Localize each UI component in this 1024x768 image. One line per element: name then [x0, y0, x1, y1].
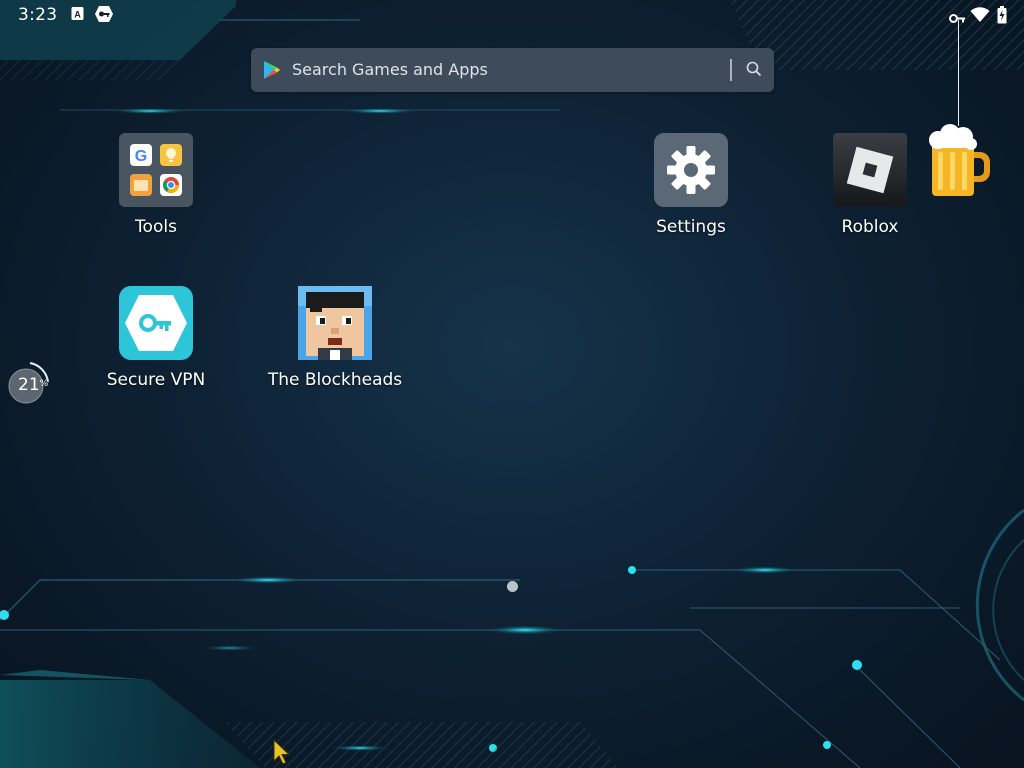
tools-folder-icon[interactable]: G: [119, 133, 193, 207]
memory-boost-widget[interactable]: 21%: [6, 362, 50, 406]
status-bar: 3:23 A: [0, 0, 1024, 32]
key-icon[interactable]: [119, 286, 193, 360]
app-label: Settings: [656, 217, 726, 237]
svg-text:A: A: [74, 10, 81, 20]
beer-widget-string: [958, 20, 959, 126]
svg-text:G: G: [135, 148, 147, 165]
search-divider: [730, 59, 732, 81]
beer-mug-icon[interactable]: [926, 124, 994, 200]
gear-icon[interactable]: [654, 133, 728, 207]
battery-charging-icon: [997, 6, 1007, 28]
status-clock: 3:23: [18, 5, 58, 25]
page-indicator-dot[interactable]: [507, 581, 518, 592]
wifi-icon: [970, 7, 990, 27]
memory-unit: %: [39, 379, 49, 389]
play-store-icon: [263, 60, 281, 84]
memory-percent: 21%: [18, 375, 48, 395]
blockhead-face-icon[interactable]: [298, 286, 372, 360]
memory-value: 21: [18, 375, 40, 395]
keyboard-a-icon: A: [71, 6, 84, 25]
app-label: Secure VPN: [106, 370, 206, 390]
mouse-cursor-icon: [273, 738, 291, 768]
search-icon[interactable]: [746, 61, 762, 81]
app-label: The Blockheads: [267, 370, 403, 390]
search-input[interactable]: Search Games and Apps: [292, 60, 488, 79]
search-bar[interactable]: Search Games and Apps: [251, 48, 774, 92]
app-label: Tools: [135, 217, 177, 237]
roblox-icon[interactable]: [833, 133, 907, 207]
app-label: Roblox: [841, 217, 899, 237]
vpn-key-badge-icon: [94, 5, 114, 27]
